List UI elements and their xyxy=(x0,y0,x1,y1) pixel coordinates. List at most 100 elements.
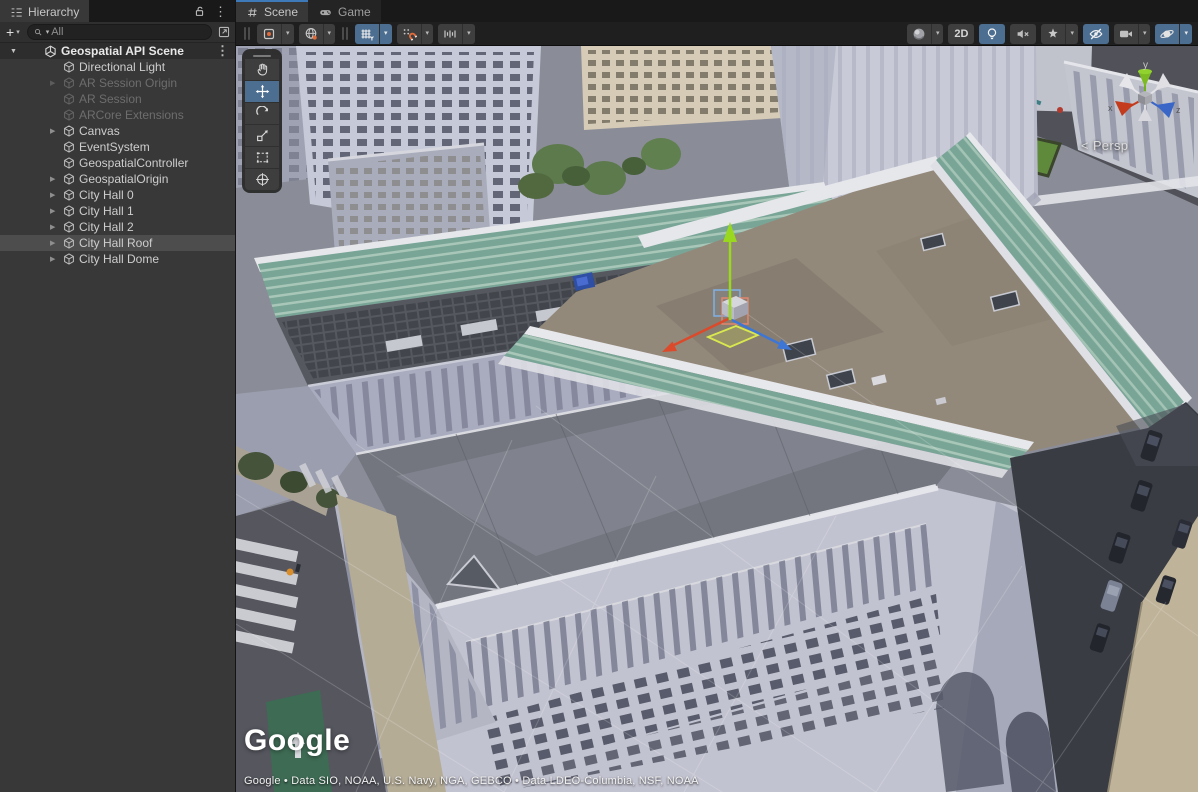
scene-tabbar: Scene Game xyxy=(236,0,1198,22)
tab-scene[interactable]: Scene xyxy=(236,0,308,22)
pivot-center-icon xyxy=(261,26,277,42)
shaded-sphere-icon xyxy=(911,26,927,42)
hierarchy-item-row[interactable]: Directional Light xyxy=(0,59,235,75)
increment-ruler-icon xyxy=(442,26,458,42)
hierarchy-item-row[interactable]: ▶ City Hall 0 xyxy=(0,187,235,203)
gameobject-cube-icon xyxy=(63,61,75,73)
hierarchy-item-row[interactable]: GeospatialController xyxy=(0,155,235,171)
scene-lighting-button[interactable] xyxy=(979,24,1005,44)
pivot-mode-button[interactable]: ▾ xyxy=(257,24,294,44)
hierarchy-item-row[interactable]: EventSystem xyxy=(0,139,235,155)
scene-tab-label: Scene xyxy=(264,5,298,19)
hierarchy-item-row[interactable]: ARCore Extensions xyxy=(0,107,235,123)
toolbar-drag-handle[interactable] xyxy=(244,27,250,40)
effects-button[interactable]: ▾ xyxy=(1041,24,1078,44)
hierarchy-item-row[interactable]: ▶ City Hall Roof xyxy=(0,235,235,251)
unity-editor-window: Hierarchy ⋮ + ▾ ▾ xyxy=(0,0,1198,792)
scale-icon xyxy=(255,128,270,143)
scene-viewport[interactable]: y x z < Persp Google Google • Data SIO, … xyxy=(236,46,1198,792)
gizmos-button[interactable]: ▾ xyxy=(1155,24,1192,44)
gizmo-neg-cone[interactable] xyxy=(1155,73,1171,90)
scale-tool-button[interactable] xyxy=(245,125,279,146)
tabbar-spacer xyxy=(381,0,1198,22)
gameobject-cube-icon xyxy=(63,173,75,185)
hierarchy-item-label: City Hall Roof xyxy=(79,236,152,250)
orientation-gizmo[interactable]: y x z xyxy=(1105,60,1185,130)
foldout-arrow-icon[interactable]: ▶ xyxy=(50,191,63,199)
search-icon xyxy=(33,27,44,38)
street-object xyxy=(287,569,294,576)
overlay-drag-handle-icon[interactable] xyxy=(253,55,271,57)
grid-snap-button[interactable]: ▾ xyxy=(397,24,434,44)
snap-increment-button[interactable]: ▾ xyxy=(438,24,475,44)
rect-tool-icon xyxy=(255,150,270,165)
draw-mode-button[interactable]: ▾ xyxy=(907,24,944,44)
transform-tool-button[interactable] xyxy=(245,169,279,190)
search-input[interactable] xyxy=(51,26,206,38)
grid-axis-icon xyxy=(359,26,375,42)
foldout-arrow-icon[interactable]: ▶ xyxy=(50,127,63,135)
snap-magnet-icon xyxy=(401,26,417,42)
scene-root-label: Geospatial API Scene xyxy=(61,44,184,58)
grid-visibility-button[interactable]: ▾ xyxy=(355,24,392,44)
scene-canvas[interactable] xyxy=(236,46,1198,792)
gameobject-cube-icon xyxy=(63,253,75,265)
move-tool-button[interactable] xyxy=(245,81,279,102)
hierarchy-menu-kebab-icon[interactable]: ⋮ xyxy=(214,5,227,18)
audio-mute-button[interactable] xyxy=(1010,24,1036,44)
scene-toolbar: ▾ ▾ xyxy=(236,22,1198,46)
chevron-down-icon: ▾ xyxy=(384,30,388,37)
view-hand-tool-button[interactable] xyxy=(245,59,279,80)
foldout-arrow-icon[interactable]: ▶ xyxy=(50,239,63,247)
foldout-expanded-icon[interactable]: ▼ xyxy=(10,48,22,55)
gizmo-y-label: y xyxy=(1143,60,1148,71)
hierarchy-item-row[interactable]: ▶ City Hall Dome xyxy=(0,251,235,267)
lightbulb-icon xyxy=(984,26,1000,42)
foldout-arrow-icon[interactable]: ▶ xyxy=(50,223,63,231)
foldout-arrow-icon[interactable]: ▶ xyxy=(50,207,63,215)
foldout-arrow-icon[interactable]: ▶ xyxy=(50,175,63,183)
hand-icon xyxy=(255,62,270,77)
projection-toggle[interactable]: < Persp xyxy=(1081,138,1181,153)
scene-visibility-button[interactable] xyxy=(1083,24,1109,44)
search-filter-caret-icon[interactable]: ▾ xyxy=(46,29,50,36)
game-tab-label: Game xyxy=(338,5,371,19)
tab-game[interactable]: Game xyxy=(308,0,381,22)
gizmo-x-cone[interactable] xyxy=(1115,101,1134,116)
hierarchy-item-label: ARCore Extensions xyxy=(79,108,184,122)
2d-toggle-button[interactable]: 2D xyxy=(948,24,974,44)
hierarchy-item-label: AR Session Origin xyxy=(79,76,177,90)
rotate-tool-button[interactable] xyxy=(245,103,279,124)
foldout-arrow-icon[interactable]: ▶ xyxy=(50,255,63,263)
create-gameobject-button[interactable]: + ▾ xyxy=(4,25,22,39)
gizmo-neg-cone[interactable] xyxy=(1138,107,1152,121)
gizmo-neg-cone[interactable] xyxy=(1119,73,1135,90)
open-search-window-icon[interactable] xyxy=(217,25,231,39)
rect-tool-button[interactable] xyxy=(245,147,279,168)
camera-icon xyxy=(1118,26,1134,42)
hierarchy-item-label: City Hall Dome xyxy=(79,252,159,266)
hierarchy-search-field[interactable]: ▾ xyxy=(27,24,212,40)
hierarchy-item-label: City Hall 2 xyxy=(79,220,134,234)
tab-hierarchy[interactable]: Hierarchy xyxy=(0,0,89,22)
scene-root-row[interactable]: ▼ Geospatial API Scene ⋮ xyxy=(0,43,235,59)
gizmo-z-cone[interactable] xyxy=(1156,102,1175,118)
tabbar-spacer xyxy=(89,0,185,22)
hierarchy-item-row[interactable]: ▶ City Hall 2 xyxy=(0,219,235,235)
scene-menu-kebab-icon[interactable]: ⋮ xyxy=(216,44,229,57)
camera-settings-button[interactable]: ▾ xyxy=(1114,24,1151,44)
unity-scene-icon xyxy=(44,45,57,58)
unlocked-padlock-icon[interactable] xyxy=(193,5,206,18)
hierarchy-item-row[interactable]: ▶ Canvas xyxy=(0,123,235,139)
hierarchy-item-row[interactable]: ▶ GeospatialOrigin xyxy=(0,171,235,187)
hierarchy-item-row[interactable]: ▶ City Hall 1 xyxy=(0,203,235,219)
rotate-icon xyxy=(255,106,270,121)
foldout-arrow-icon[interactable]: ▶ xyxy=(50,79,63,87)
toolbar-drag-handle[interactable] xyxy=(342,27,348,40)
scene-grid-icon xyxy=(246,6,259,19)
hierarchy-item-row[interactable]: AR Session xyxy=(0,91,235,107)
handle-orientation-button[interactable]: ▾ xyxy=(299,24,336,44)
chevron-down-icon: ▾ xyxy=(1143,30,1147,37)
hierarchy-item-row[interactable]: ▶ AR Session Origin xyxy=(0,75,235,91)
chevron-down-icon: ▾ xyxy=(426,30,430,37)
